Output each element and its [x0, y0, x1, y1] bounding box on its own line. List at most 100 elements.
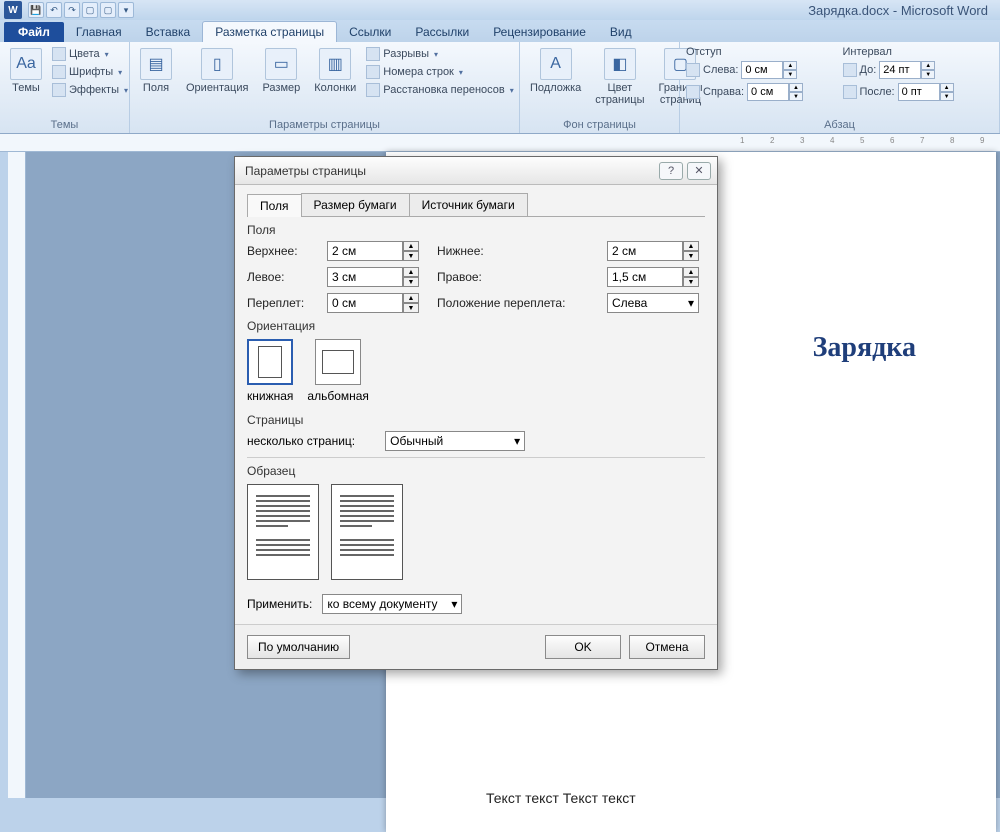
spin-down[interactable]: ▼ — [783, 70, 797, 79]
apply-to-select[interactable]: ко всему документу▾ — [322, 594, 462, 614]
gutter-label: Переплет: — [247, 296, 327, 310]
preview-page-1 — [247, 484, 319, 580]
word-app-icon: W — [4, 1, 22, 19]
portrait-icon — [247, 339, 293, 385]
spin-down[interactable]: ▼ — [921, 70, 935, 79]
spin-up[interactable]: ▲ — [403, 241, 419, 251]
spin-down[interactable]: ▼ — [940, 92, 954, 101]
window-title: Зарядка.docx - Microsoft Word — [808, 3, 988, 18]
columns-button[interactable]: ▥Колонки — [310, 46, 360, 96]
spin-up[interactable]: ▲ — [789, 83, 803, 92]
bottom-margin-spinner[interactable]: ▲▼ — [607, 241, 717, 261]
vertical-ruler[interactable] — [8, 152, 26, 798]
gutter-pos-select[interactable]: Слева▾ — [607, 293, 699, 313]
spin-up[interactable]: ▲ — [403, 293, 419, 303]
dialog-close-icon[interactable]: ✕ — [687, 162, 711, 180]
orientation-portrait[interactable]: книжная — [247, 339, 293, 403]
qat-undo-icon[interactable]: ↶ — [46, 2, 62, 18]
spin-up[interactable]: ▲ — [403, 267, 419, 277]
themes-icon: Aa — [10, 48, 42, 80]
group-themes-title: Темы — [6, 117, 123, 131]
multi-pages-select[interactable]: Обычный▾ — [385, 431, 525, 451]
qat-btn[interactable]: ▢ — [82, 2, 98, 18]
tab-references[interactable]: Ссылки — [337, 22, 403, 42]
qat-redo-icon[interactable]: ↷ — [64, 2, 80, 18]
right-margin-label: Правое: — [437, 270, 607, 284]
themes-button[interactable]: Aa Темы — [6, 46, 46, 96]
theme-effects-button[interactable]: Эффекты — [52, 82, 128, 98]
spin-down[interactable]: ▼ — [683, 277, 699, 287]
tab-page-layout[interactable]: Разметка страницы — [202, 21, 337, 42]
size-button[interactable]: ▭Размер — [258, 46, 304, 96]
defaults-button[interactable]: По умолчанию — [247, 635, 350, 659]
spin-up[interactable]: ▲ — [921, 61, 935, 70]
horizontal-ruler[interactable]: 1 2 3 4 5 6 7 8 9 — [0, 134, 1000, 152]
colors-icon — [52, 47, 66, 61]
dialog-help-icon[interactable]: ? — [659, 162, 683, 180]
tab-insert[interactable]: Вставка — [134, 22, 203, 42]
breaks-icon — [366, 47, 380, 61]
hyphenation-button[interactable]: Расстановка переносов — [366, 82, 514, 98]
theme-colors-button[interactable]: Цвета — [52, 46, 128, 62]
apply-to-label: Применить: — [247, 597, 312, 611]
spacing-after-row: После: ▲▼ — [843, 82, 994, 102]
dialog-tabs: Поля Размер бумаги Источник бумаги — [247, 193, 705, 217]
top-margin-label: Верхнее: — [247, 244, 327, 258]
indent-right-row: Справа: ▲▼ — [686, 82, 837, 102]
left-margin-label: Левое: — [247, 270, 327, 284]
gutter-pos-label: Положение переплета: — [437, 296, 607, 310]
gutter-spinner[interactable]: ▲▼ — [327, 293, 437, 313]
pages-section-label: Страницы — [247, 413, 705, 427]
spacing-before-spinner[interactable]: ▲▼ — [879, 61, 935, 79]
page-setup-dialog: Параметры страницы ? ✕ Поля Размер бумаг… — [234, 156, 718, 670]
indent-right-spinner[interactable]: ▲▼ — [747, 83, 803, 101]
page-color-button[interactable]: ◧Цвет страницы — [591, 46, 648, 108]
watermark-button[interactable]: AПодложка — [526, 46, 585, 96]
chevron-down-icon: ▾ — [688, 296, 694, 310]
ok-button[interactable]: OK — [545, 635, 621, 659]
orientation-landscape[interactable]: альбомная — [307, 339, 369, 403]
spacing-after-spinner[interactable]: ▲▼ — [898, 83, 954, 101]
qat-customize-icon[interactable]: ▾ — [118, 2, 134, 18]
dialog-tab-margins[interactable]: Поля — [247, 194, 302, 217]
file-tab[interactable]: Файл — [4, 22, 64, 42]
page-color-icon: ◧ — [604, 48, 636, 80]
dialog-tab-source[interactable]: Источник бумаги — [409, 193, 528, 216]
indent-left-spinner[interactable]: ▲▼ — [741, 61, 797, 79]
indent-left-row: Слева: ▲▼ — [686, 60, 837, 80]
margins-button[interactable]: ▤Поля — [136, 46, 176, 96]
dialog-titlebar[interactable]: Параметры страницы ? ✕ — [235, 157, 717, 185]
spin-down[interactable]: ▼ — [683, 251, 699, 261]
left-margin-spinner[interactable]: ▲▼ — [327, 267, 437, 287]
spin-up[interactable]: ▲ — [683, 267, 699, 277]
line-numbers-button[interactable]: Номера строк — [366, 64, 514, 80]
bottom-margin-label: Нижнее: — [437, 244, 607, 258]
linenum-icon — [366, 65, 380, 79]
orientation-button[interactable]: ▯Ориентация — [182, 46, 252, 96]
spin-up[interactable]: ▲ — [940, 83, 954, 92]
breaks-button[interactable]: Разрывы — [366, 46, 514, 62]
theme-fonts-button[interactable]: Шрифты — [52, 64, 128, 80]
spin-up[interactable]: ▲ — [683, 241, 699, 251]
top-margin-spinner[interactable]: ▲▼ — [327, 241, 437, 261]
spin-down[interactable]: ▼ — [403, 251, 419, 261]
margins-icon: ▤ — [140, 48, 172, 80]
spin-down[interactable]: ▼ — [789, 92, 803, 101]
spin-down[interactable]: ▼ — [403, 277, 419, 287]
cancel-button[interactable]: Отмена — [629, 635, 705, 659]
spin-up[interactable]: ▲ — [783, 61, 797, 70]
right-margin-spinner[interactable]: ▲▼ — [607, 267, 717, 287]
group-page-setup-title: Параметры страницы — [136, 117, 513, 131]
spin-down[interactable]: ▼ — [403, 303, 419, 313]
qat-btn[interactable]: ▢ — [100, 2, 116, 18]
tab-review[interactable]: Рецензирование — [481, 22, 598, 42]
dialog-tab-paper[interactable]: Размер бумаги — [301, 193, 410, 216]
qat-save-icon[interactable]: 💾 — [28, 2, 44, 18]
tab-home[interactable]: Главная — [64, 22, 134, 42]
tab-view[interactable]: Вид — [598, 22, 644, 42]
document-body-text: Текст текст Текст текст — [486, 790, 636, 806]
tab-mailings[interactable]: Рассылки — [403, 22, 481, 42]
chevron-down-icon: ▾ — [514, 434, 520, 448]
spacing-before-icon — [843, 63, 857, 77]
watermark-icon: A — [540, 48, 572, 80]
